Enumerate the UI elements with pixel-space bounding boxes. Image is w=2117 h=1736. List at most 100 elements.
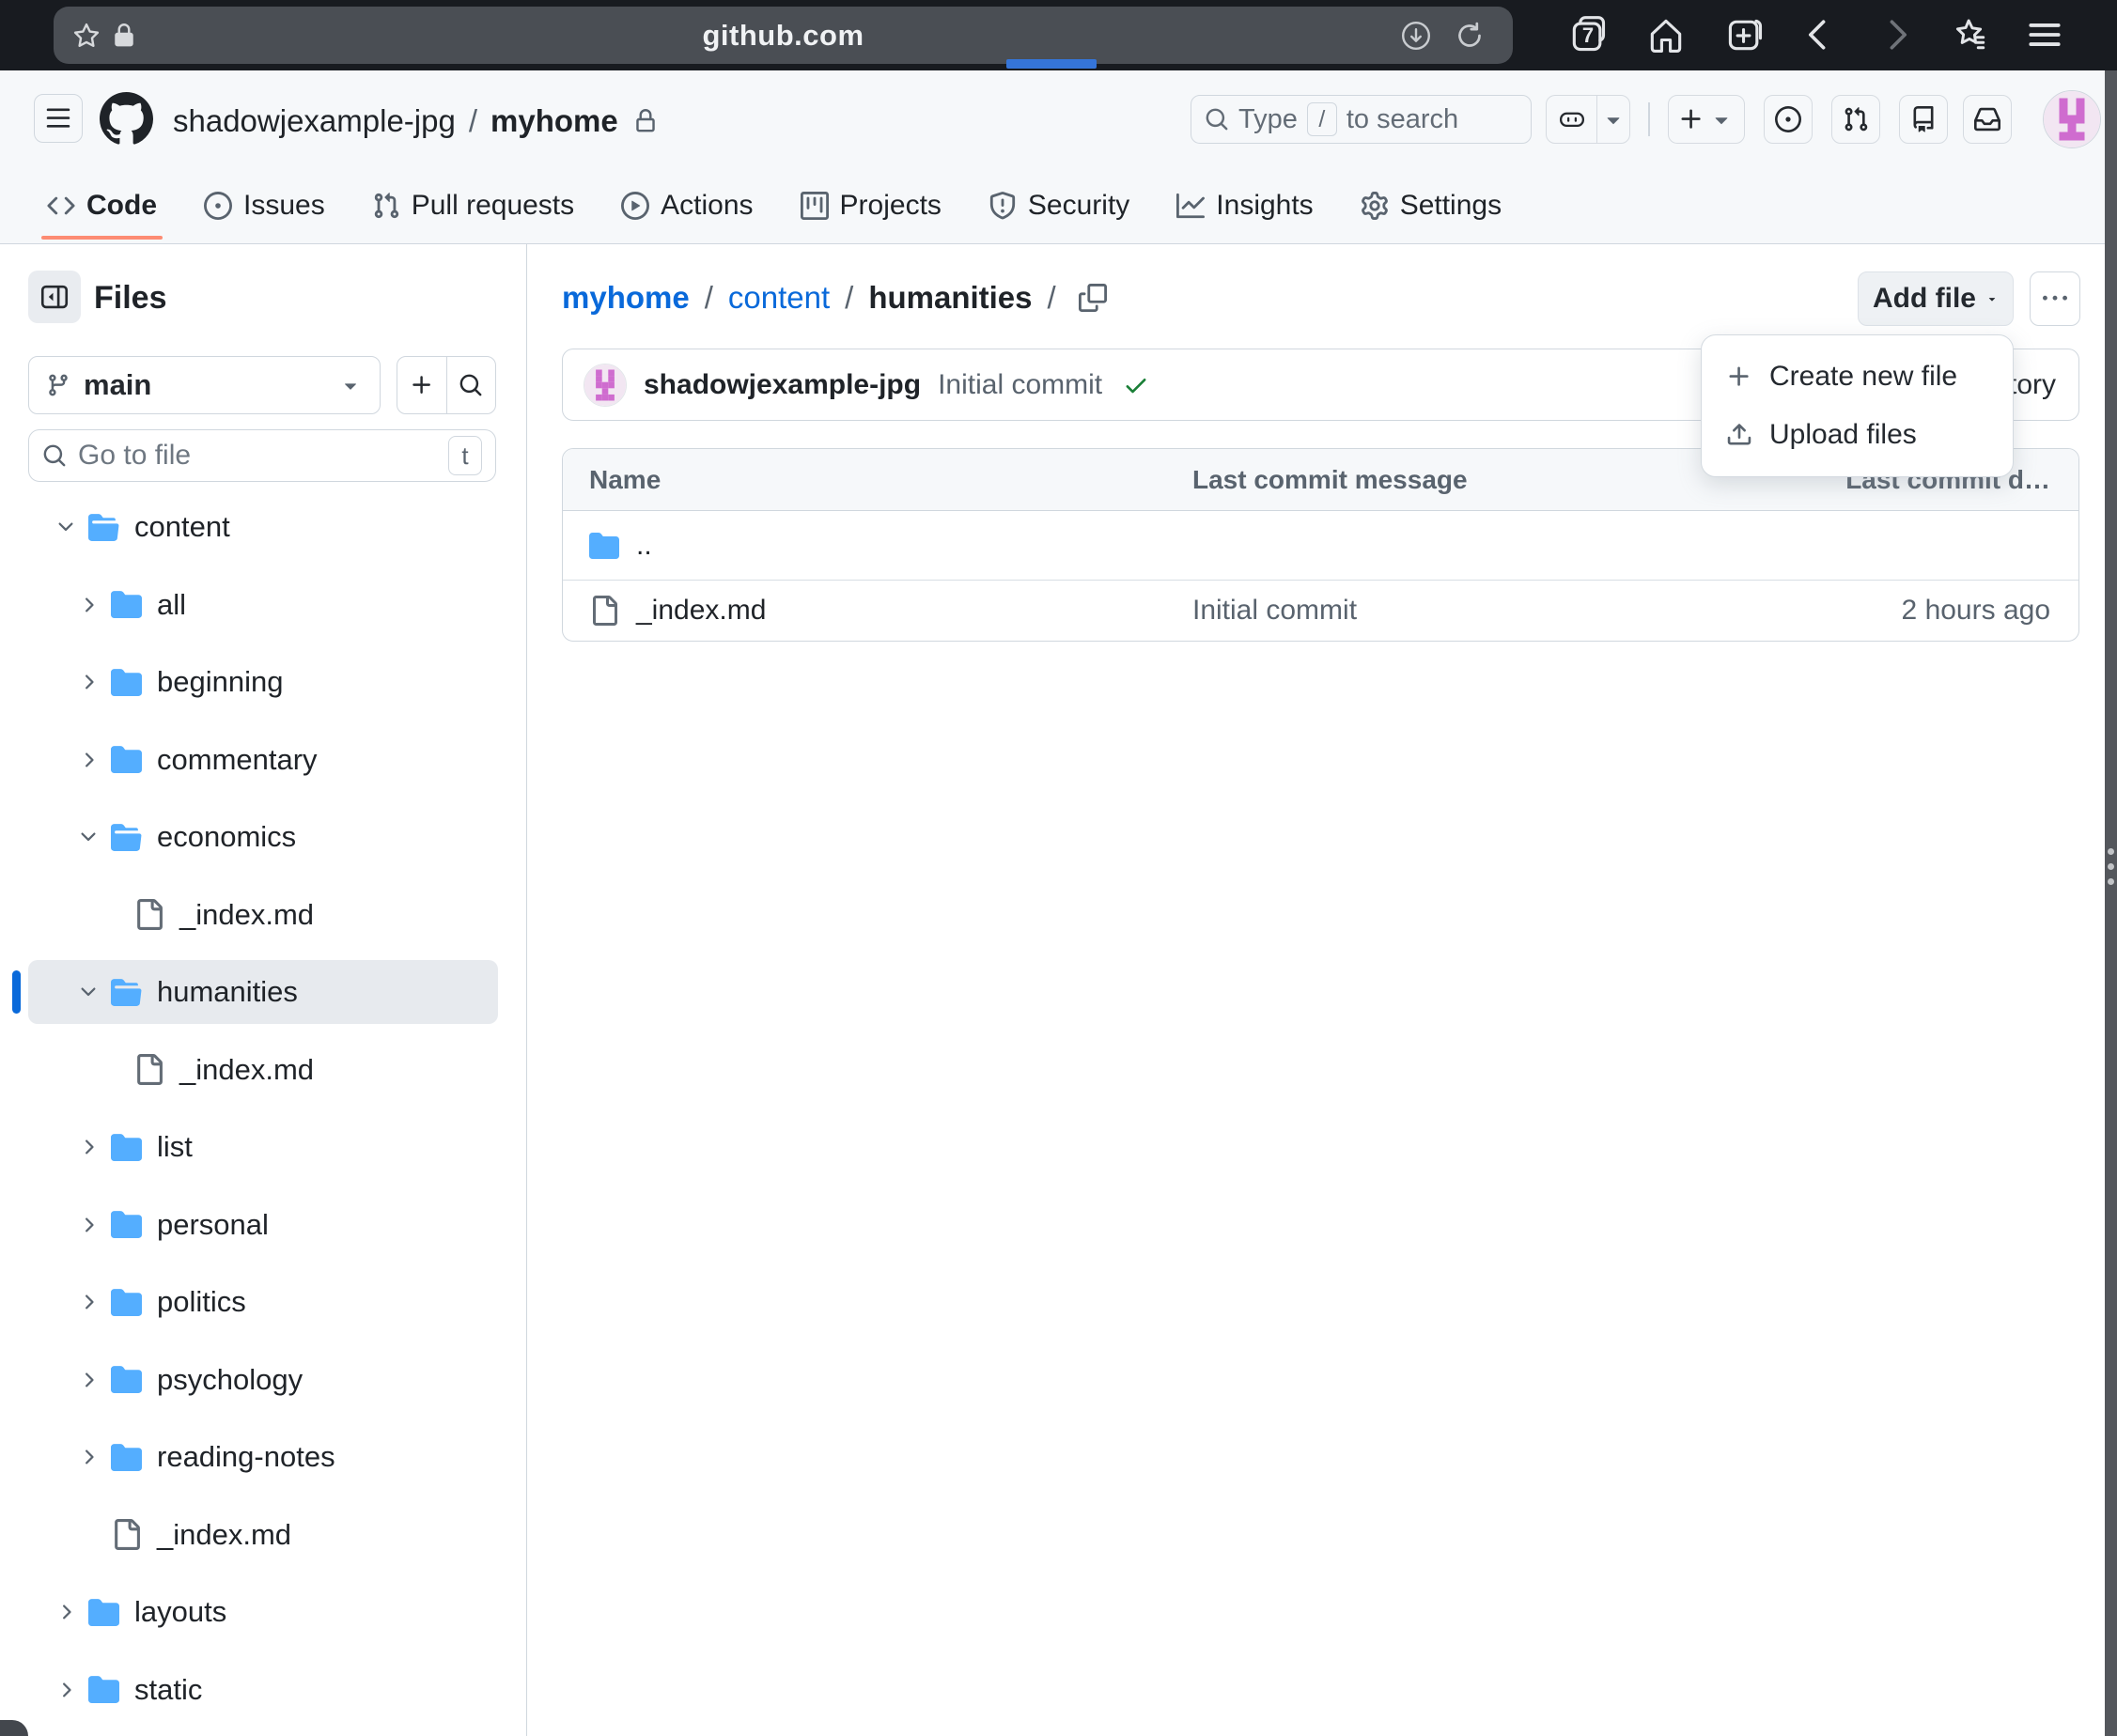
github-menu-button[interactable]	[34, 94, 83, 143]
file-name-link[interactable]: ..	[636, 530, 652, 562]
tree-item-static-15[interactable]: static	[28, 1658, 498, 1722]
scrollbar-handle[interactable]	[2108, 848, 2114, 885]
repo-book-icon	[1910, 106, 1937, 132]
go-to-file-input[interactable]	[78, 440, 437, 472]
notifications-button[interactable]	[1963, 95, 2012, 144]
repositories-button[interactable]	[1899, 95, 1948, 144]
tab-projects[interactable]: Projects	[801, 168, 942, 243]
forward-icon[interactable]	[1876, 14, 1917, 55]
last-commit-message[interactable]: Initial commit	[1192, 595, 1357, 627]
tree-item-index-md-5[interactable]: _index.md	[28, 883, 498, 947]
tree-item-all-1[interactable]: all	[28, 573, 498, 637]
page-scrollbar	[2105, 70, 2117, 1736]
refresh-icon[interactable]	[1453, 19, 1487, 53]
tab-actions[interactable]: Actions	[621, 168, 753, 243]
pr-icon	[372, 192, 400, 220]
tree-item-content-0[interactable]: content	[28, 495, 498, 559]
folder-icon	[111, 1287, 142, 1318]
breadcrumb-parent-link[interactable]: content	[728, 280, 830, 316]
play-icon	[621, 192, 649, 220]
tree-item-index-md-7[interactable]: _index.md	[28, 1038, 498, 1102]
new-tab-icon[interactable]	[1724, 14, 1766, 55]
menu-item-label: Create new file	[1769, 361, 1957, 393]
back-icon[interactable]	[1798, 14, 1840, 55]
tab-label: Pull requests	[412, 190, 574, 222]
tree-item-layouts-14[interactable]: layouts	[28, 1580, 498, 1644]
slash-key-hint: /	[1307, 102, 1337, 136]
tab-security[interactable]: Security	[988, 168, 1129, 243]
tree-item-psychology-11[interactable]: psychology	[28, 1348, 498, 1412]
chevron-down-icon[interactable]	[77, 826, 100, 848]
tab-counter-button[interactable]: 7	[1567, 14, 1609, 55]
folder-icon	[111, 744, 142, 775]
global-search-button[interactable]: Type / to search	[1191, 95, 1532, 144]
folder-icon	[111, 1209, 142, 1240]
menu-item-upload-files[interactable]: Upload files	[1702, 406, 2013, 464]
tab-count: 7	[1567, 23, 1609, 48]
new-file-button[interactable]	[397, 357, 446, 413]
more-options-button[interactable]	[2030, 271, 2080, 326]
commit-message-link[interactable]: Initial commit	[938, 369, 1102, 401]
tab-settings[interactable]: Settings	[1361, 168, 1502, 243]
commit-author-avatar[interactable]	[584, 364, 627, 407]
file-row-index-md[interactable]: _index.md Initial commit 2 hours ago	[563, 580, 2078, 641]
tree-item-economics-4[interactable]: economics	[28, 805, 498, 869]
chevron-right-icon[interactable]	[77, 1291, 100, 1313]
bookmarks-list-icon[interactable]	[1950, 14, 1991, 55]
copilot-button[interactable]	[1546, 95, 1630, 144]
tree-item-commentary-3[interactable]: commentary	[28, 728, 498, 792]
tab-code[interactable]: Code	[47, 168, 157, 243]
tree-item-humanities-6[interactable]: humanities	[28, 960, 498, 1024]
copy-path-button[interactable]	[1079, 284, 1107, 312]
tab-issues[interactable]: Issues	[204, 168, 325, 243]
file-row-[interactable]: ..	[563, 511, 2078, 580]
tree-item-label: layouts	[134, 1595, 226, 1629]
chevron-right-icon[interactable]	[77, 1136, 100, 1158]
tab-pull-requests[interactable]: Pull requests	[372, 168, 574, 243]
plus-icon	[1726, 364, 1752, 390]
breadcrumb-repo-link[interactable]: myhome	[562, 280, 690, 316]
tree-item-personal-9[interactable]: personal	[28, 1193, 498, 1257]
tree-item-index-md-13[interactable]: _index.md	[28, 1503, 498, 1567]
chevron-right-icon[interactable]	[77, 1214, 100, 1236]
address-bar[interactable]: github.com	[54, 7, 1513, 64]
issues-button[interactable]	[1764, 95, 1813, 144]
repo-title: shadowjexample-jpg / myhome	[173, 103, 658, 139]
checks-status-icon[interactable]	[1123, 372, 1149, 398]
chevron-down-icon[interactable]	[54, 516, 77, 538]
search-tree-button[interactable]	[446, 357, 496, 413]
tab-insights[interactable]: Insights	[1176, 168, 1313, 243]
repo-owner-link[interactable]: shadowjexample-jpg	[173, 103, 456, 139]
tree-item-label: content	[134, 510, 230, 544]
tree-item-politics-10[interactable]: politics	[28, 1270, 498, 1334]
home-icon[interactable]	[1645, 14, 1687, 55]
tree-item-label: humanities	[157, 975, 298, 1009]
chevron-right-icon[interactable]	[77, 1369, 100, 1391]
commit-author-link[interactable]: shadowjexample-jpg	[644, 369, 921, 401]
branch-selector[interactable]: main	[28, 356, 381, 414]
chevron-right-icon[interactable]	[54, 1679, 77, 1701]
file-name-link[interactable]: _index.md	[636, 595, 766, 627]
github-logo-icon[interactable]	[100, 92, 153, 146]
pull-requests-button[interactable]	[1831, 95, 1880, 144]
tree-item-beginning-2[interactable]: beginning	[28, 650, 498, 714]
chevron-right-icon[interactable]	[77, 1446, 100, 1468]
create-new-button[interactable]	[1668, 95, 1745, 144]
repo-name-link[interactable]: myhome	[490, 103, 618, 139]
download-icon[interactable]	[1399, 19, 1433, 53]
chevron-right-icon[interactable]	[77, 749, 100, 771]
folder-open-icon	[111, 977, 142, 1008]
browser-menu-icon[interactable]	[2024, 14, 2065, 55]
chevron-right-icon[interactable]	[54, 1601, 77, 1623]
chevron-down-icon[interactable]	[77, 981, 100, 1003]
user-avatar[interactable]	[2043, 90, 2101, 148]
add-file-button[interactable]: Add file	[1858, 271, 2014, 326]
chevron-right-icon[interactable]	[77, 594, 100, 616]
chevron-right-icon[interactable]	[77, 671, 100, 693]
tree-item-list-8[interactable]: list	[28, 1115, 498, 1179]
menu-item-create-new-file[interactable]: Create new file	[1702, 348, 2013, 406]
url-text[interactable]: github.com	[54, 19, 1513, 53]
file-icon	[111, 1519, 142, 1550]
collapse-file-tree-button[interactable]	[28, 271, 81, 323]
tree-item-reading-notes-12[interactable]: reading-notes	[28, 1425, 498, 1489]
